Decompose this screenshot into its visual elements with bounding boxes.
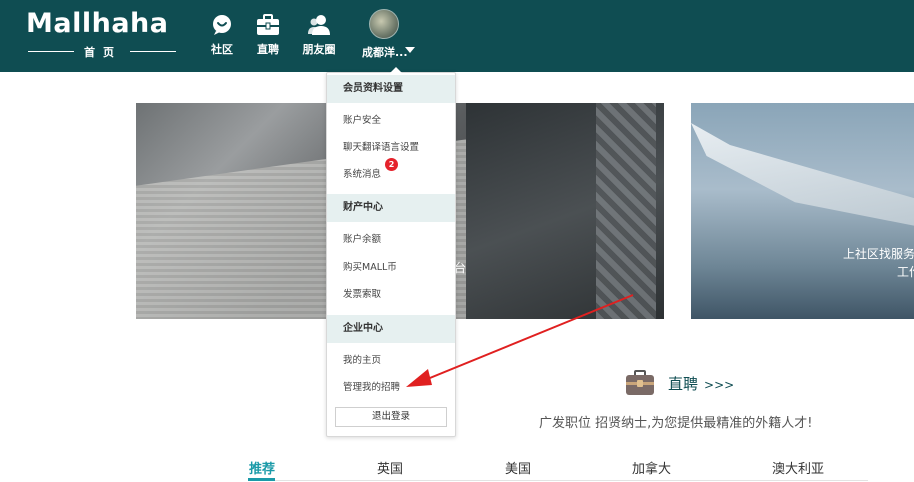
banner-right-text-1: 上社区找服务， (843, 247, 914, 261)
recruit-briefcase-icon (626, 370, 654, 395)
message-count-badge: 2 (385, 158, 398, 171)
user-avatar[interactable] (369, 9, 399, 39)
tabs-divider (248, 480, 868, 481)
top-nav-bar: Mallhaha 首页 社区 直聘 朋友圈 成都洋... (0, 0, 914, 72)
tab-canada[interactable]: 加拿大 (632, 458, 671, 477)
menu-item-buy-mall-coins[interactable]: 购买MALL币 (343, 259, 397, 273)
menu-item-account-security[interactable]: 账户安全 (343, 112, 381, 126)
nav-community[interactable]: 社区 (199, 14, 245, 60)
chat-bubble-icon (213, 15, 231, 35)
site-logo[interactable]: Mallhaha 首页 (26, 8, 178, 59)
friends-icon (308, 15, 330, 35)
banner-right-text-2: 工作 (897, 265, 914, 279)
briefcase-icon (257, 14, 279, 35)
tab-recommended[interactable]: 推荐 (249, 458, 275, 477)
banner-image-right[interactable]: 上社区找服务， 工作 (691, 103, 914, 319)
chevron-down-icon[interactable] (405, 47, 415, 53)
nav-friends[interactable]: 朋友圈 (296, 14, 342, 60)
menu-section-member-settings: 会员资料设置 (327, 75, 455, 103)
menu-item-account-balance[interactable]: 账户余额 (343, 231, 381, 245)
recruit-description: 广发职位 招贤纳士,为您提供最精准的外籍人才! (539, 416, 813, 431)
tab-usa[interactable]: 美国 (505, 458, 531, 477)
nav-friends-label: 朋友圈 (302, 43, 336, 56)
menu-item-system-messages[interactable]: 系统消息 (343, 166, 381, 180)
nav-recruit-label: 直聘 (257, 43, 279, 56)
menu-section-enterprise: 企业中心 (327, 315, 455, 343)
home-label: 首页 (84, 46, 122, 59)
recruit-chevrons: >>> (704, 378, 735, 392)
logo-wordmark: Mallhaha (26, 8, 169, 39)
banner-tie-image (596, 103, 656, 319)
recruit-title: 直聘 (668, 375, 699, 393)
active-tab-indicator (248, 478, 275, 481)
menu-item-translation-language[interactable]: 聊天翻译语言设置 (343, 139, 419, 153)
menu-item-my-homepage[interactable]: 我的主页 (343, 352, 381, 366)
logout-button[interactable]: 退出登录 (335, 407, 447, 427)
nav-community-label: 社区 (211, 43, 233, 56)
user-name[interactable]: 成都洋... (362, 44, 408, 60)
tab-uk[interactable]: 英国 (377, 458, 403, 477)
tab-australia[interactable]: 澳大利亚 (772, 458, 824, 477)
banner-airplane-wing-image (691, 123, 914, 233)
nav-recruit[interactable]: 直聘 (245, 14, 291, 60)
menu-item-manage-recruitment[interactable]: 管理我的招聘 (343, 379, 400, 393)
logo-home-label: 首页 (26, 44, 178, 59)
recruit-section-title[interactable]: 直聘 >>> (668, 373, 734, 394)
menu-section-assets: 财产中心 (327, 194, 455, 222)
menu-item-invoice-request[interactable]: 发票索取 (343, 286, 381, 300)
user-dropdown-menu: 会员资料设置 账户安全 聊天翻译语言设置 系统消息 2 财产中心 账户余额 购买… (326, 67, 456, 437)
dropdown-pointer (390, 67, 402, 73)
